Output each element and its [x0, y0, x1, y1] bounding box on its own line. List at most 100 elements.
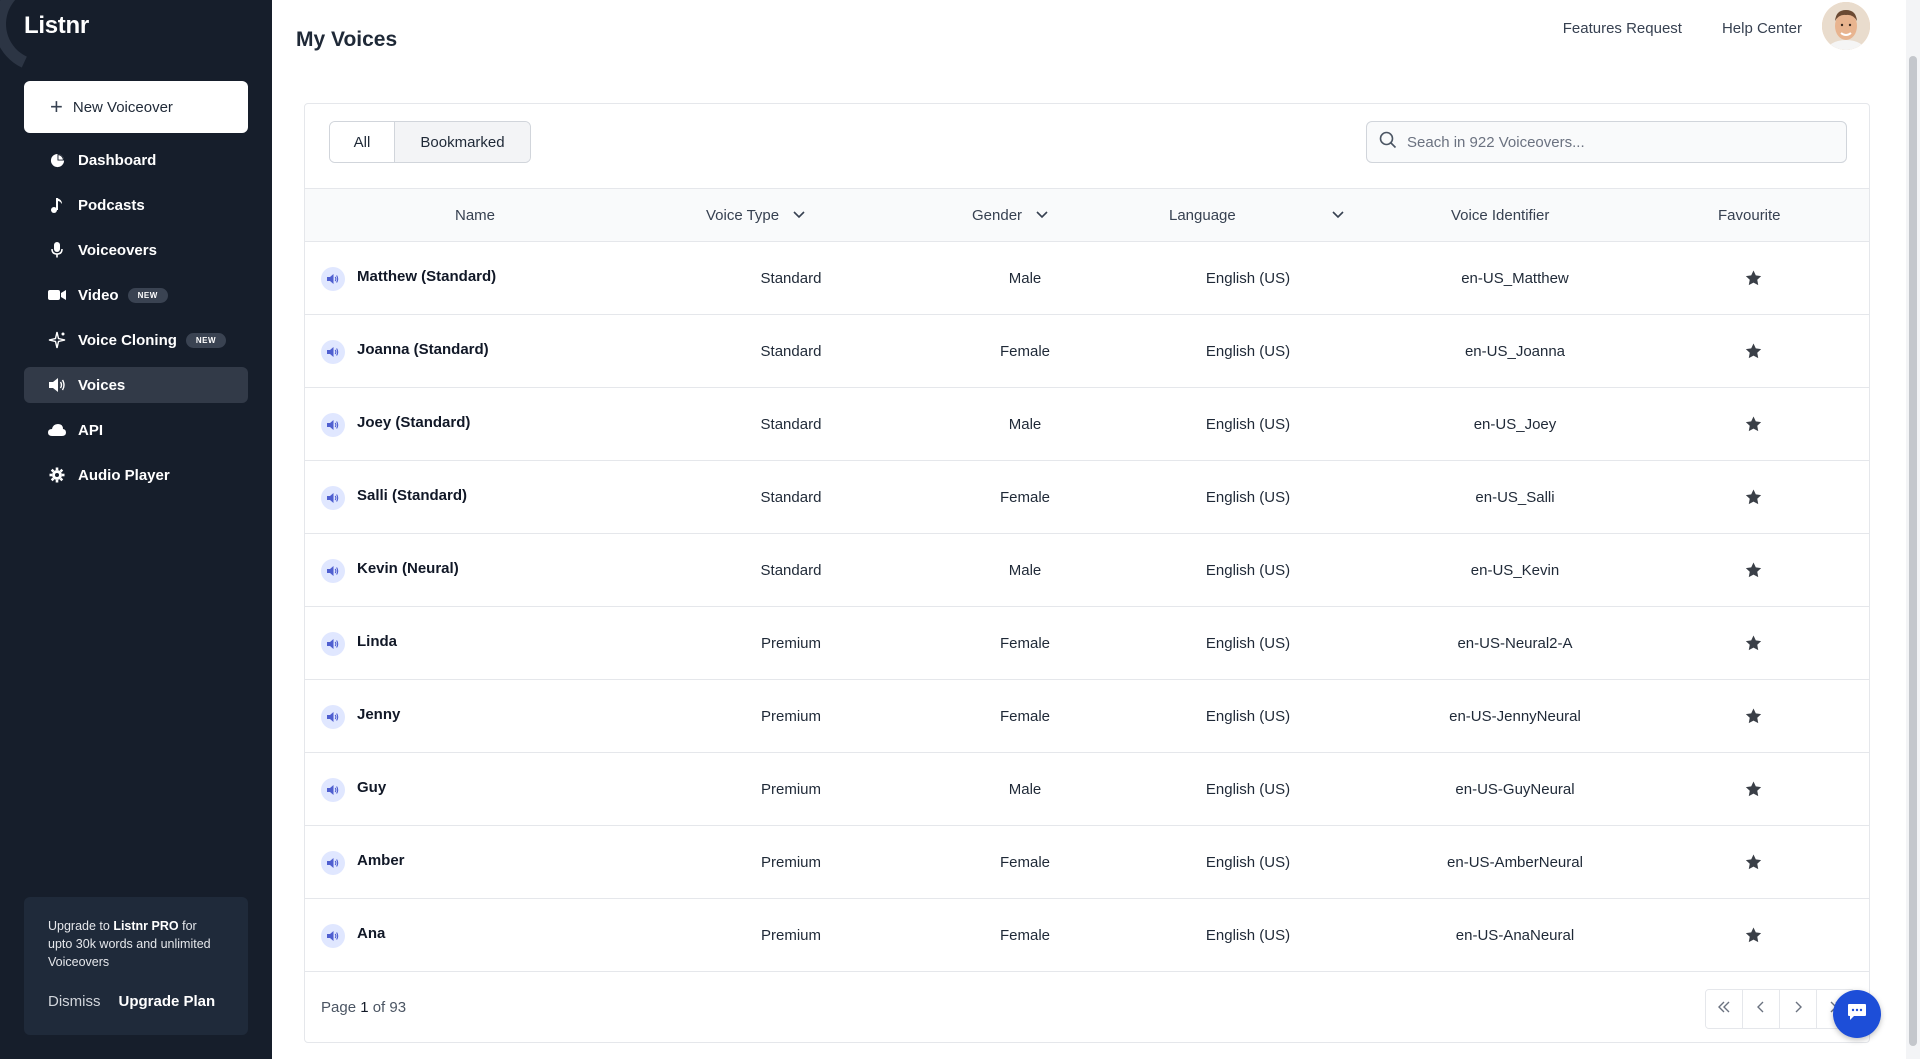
- chevron-down-icon[interactable]: [1332, 211, 1344, 219]
- col-gender-label: Gender: [972, 206, 1023, 224]
- gender-cell: Male: [1008, 269, 1042, 287]
- favourite-cell: [1713, 607, 1793, 679]
- sidebar-item-voiceovers[interactable]: Voiceovers: [24, 232, 248, 268]
- play-sample-button[interactable]: [321, 486, 345, 510]
- page-indicator: Page 1 of 93: [321, 999, 406, 1016]
- table-row[interactable]: Joey (Standard) Standard Male English (US) e…: [305, 388, 1869, 461]
- language-cell: English (US): [1205, 707, 1291, 725]
- table-row[interactable]: Kevin (Neural) Standard Male English (US) en…: [305, 534, 1869, 607]
- sidebar-item-voices[interactable]: Voices: [24, 367, 248, 403]
- upgrade-text-brand: Listnr PRO: [113, 919, 179, 933]
- sidebar-item-label: Video: [78, 286, 119, 304]
- chevron-right-icon: [1794, 1000, 1802, 1018]
- play-sample-button[interactable]: [321, 413, 345, 437]
- chat-support-button[interactable]: [1833, 990, 1881, 1038]
- star-icon[interactable]: [1745, 489, 1762, 505]
- search-box: [1366, 121, 1847, 163]
- voice-identifier-cell: en-US-GuyNeural: [1455, 780, 1575, 798]
- star-icon[interactable]: [1745, 416, 1762, 432]
- favourite-cell: [1713, 534, 1793, 606]
- next-page-button[interactable]: [1780, 990, 1817, 1028]
- speaker-icon: [327, 636, 339, 653]
- scrollbar-thumb[interactable]: [1909, 56, 1917, 1046]
- gender-cell: Male: [1008, 561, 1042, 579]
- table-row[interactable]: Salli (Standard) Standard Female English (U…: [305, 461, 1869, 534]
- sidebar-item-audio-player[interactable]: Audio Player: [24, 457, 248, 493]
- features-request-link[interactable]: Features Request: [1563, 20, 1682, 37]
- table-row[interactable]: Matthew (Standard) Standard Male English (U…: [305, 242, 1869, 315]
- play-sample-button[interactable]: [321, 267, 345, 291]
- speaker-icon: [48, 376, 66, 394]
- sidebar-item-voice-cloning[interactable]: Voice Cloning NEW: [24, 322, 248, 358]
- chevron-down-icon[interactable]: [793, 211, 805, 219]
- voice-identifier-cell: en-US_Matthew: [1461, 269, 1569, 287]
- play-sample-button[interactable]: [321, 632, 345, 656]
- voice-type-cell: Standard: [760, 561, 822, 579]
- tab-all[interactable]: All: [330, 122, 395, 162]
- play-sample-button[interactable]: [321, 705, 345, 729]
- table-row[interactable]: Joanna (Standard) Standard Female English (…: [305, 315, 1869, 388]
- star-icon[interactable]: [1745, 562, 1762, 578]
- voice-identifier-cell: en-US_Salli: [1475, 488, 1555, 506]
- voice-type-cell: Premium: [760, 853, 821, 871]
- first-page-button[interactable]: [1706, 990, 1743, 1028]
- star-icon[interactable]: [1745, 854, 1762, 870]
- star-icon[interactable]: [1745, 781, 1762, 797]
- voice-type-cell: Premium: [760, 634, 821, 652]
- voice-name: Guy: [357, 779, 387, 796]
- col-name: Name: [455, 189, 495, 241]
- dismiss-button[interactable]: Dismiss: [48, 993, 101, 1010]
- prev-page-button[interactable]: [1743, 990, 1780, 1028]
- upgrade-text-prefix: Upgrade to: [48, 919, 114, 933]
- star-icon[interactable]: [1745, 635, 1762, 651]
- search-input[interactable]: [1407, 133, 1827, 151]
- star-icon[interactable]: [1745, 343, 1762, 359]
- table-row[interactable]: Linda Premium Female English (US) en-US-Neur…: [305, 607, 1869, 680]
- avatar[interactable]: [1822, 2, 1870, 50]
- sidebar-item-label: Podcasts: [78, 196, 145, 214]
- play-sample-button[interactable]: [321, 340, 345, 364]
- double-chevron-left-icon: [1717, 1000, 1731, 1018]
- star-icon[interactable]: [1745, 270, 1762, 286]
- table-footer: Page 1 of 93: [305, 971, 1869, 1043]
- voice-name: Joey (Standard): [357, 414, 471, 431]
- voice-type-cell: Standard: [760, 342, 822, 360]
- cloud-icon: [48, 421, 66, 439]
- sidebar-item-dashboard[interactable]: Dashboard: [24, 142, 248, 178]
- play-sample-button[interactable]: [321, 924, 345, 948]
- tab-bookmarked[interactable]: Bookmarked: [395, 122, 530, 162]
- voice-type-cell: Standard: [760, 415, 822, 433]
- upgrade-plan-button[interactable]: Upgrade Plan: [119, 993, 216, 1010]
- pie-chart-icon: [48, 151, 66, 169]
- page-scrollbar[interactable]: [1906, 0, 1920, 1059]
- gender-cell: Female: [999, 488, 1051, 506]
- new-voiceover-button[interactable]: + New Voiceover: [24, 81, 248, 133]
- table-row[interactable]: Jenny Premium Female English (US) en-US-Jenn…: [305, 680, 1869, 753]
- sidebar-item-podcasts[interactable]: Podcasts: [24, 187, 248, 223]
- sidebar-item-video[interactable]: Video NEW: [24, 277, 248, 313]
- music-note-icon: [48, 196, 66, 214]
- table-body: Matthew (Standard) Standard Male English (U…: [305, 242, 1869, 972]
- table-row[interactable]: Guy Premium Male English (US) en-US-GuyNeura…: [305, 753, 1869, 826]
- gender-cell: Female: [999, 926, 1051, 944]
- table-row[interactable]: Ana Premium Female English (US) en-US-AnaNeu…: [305, 899, 1869, 972]
- help-center-link[interactable]: Help Center: [1722, 20, 1802, 37]
- star-icon[interactable]: [1745, 708, 1762, 724]
- play-sample-button[interactable]: [321, 559, 345, 583]
- table-row[interactable]: Amber Premium Female English (US) en-US-Ambe…: [305, 826, 1869, 899]
- sidebar-item-api[interactable]: API: [24, 412, 248, 448]
- brand-logo[interactable]: Listnr: [24, 12, 89, 40]
- sidebar-item-label: Dashboard: [78, 151, 157, 169]
- play-sample-button[interactable]: [321, 778, 345, 802]
- chevron-down-icon[interactable]: [1036, 211, 1048, 219]
- sidebar-item-label: Voiceovers: [78, 241, 157, 259]
- gender-cell: Male: [1008, 780, 1042, 798]
- col-voice-type-label: Voice Type: [706, 206, 780, 224]
- voice-name: Amber: [357, 852, 405, 869]
- gender-cell: Female: [999, 634, 1051, 652]
- speaker-icon: [327, 271, 339, 288]
- play-sample-button[interactable]: [321, 851, 345, 875]
- star-icon[interactable]: [1745, 927, 1762, 943]
- col-voice-type: Voice Type: [706, 189, 805, 241]
- gender-cell: Female: [999, 853, 1051, 871]
